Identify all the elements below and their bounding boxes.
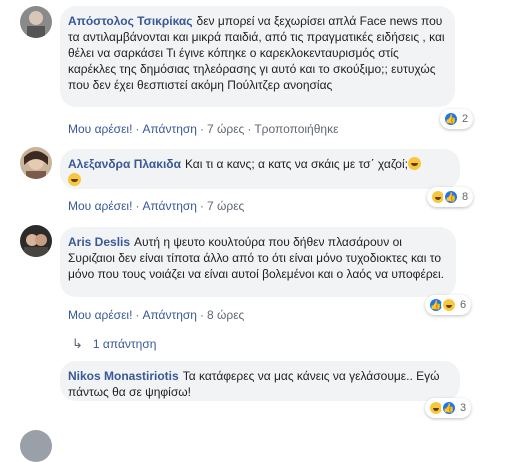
view-replies-link[interactable]: ↳ 1 απάντηση — [72, 336, 156, 352]
like-button[interactable]: Μου αρέσει! — [68, 308, 132, 322]
comment-bubble: Nikos Monastiriotis Τα κατάφερες να μας κ… — [60, 361, 460, 401]
laughing-emoji-icon — [407, 157, 421, 170]
reply-arrow-icon: ↳ — [72, 336, 83, 351]
reply-button[interactable]: Απάντηση — [142, 122, 197, 136]
avatar[interactable] — [20, 430, 52, 462]
comment-actions: Μου αρέσει! · Απάντηση · 8 ώρες — [68, 308, 244, 322]
reaction-count: 3 — [460, 402, 467, 414]
haha-icon — [441, 297, 457, 313]
comment-actions: Μου αρέσει! · Απάντηση · 7 ώρες · Τροποποιήθηκ… — [68, 122, 338, 136]
comment-author[interactable]: Aris Deslis — [68, 235, 130, 249]
comment-bubble: Aris Deslis Αυτή η ψευτο κουλτούρα που δή… — [60, 227, 456, 297]
separator: · — [199, 308, 204, 322]
reactions-badge[interactable]: 👍 6 — [425, 295, 472, 315]
like-button[interactable]: Μου αρέσει! — [68, 122, 132, 136]
replies-count[interactable]: 1 απάντηση — [93, 337, 157, 351]
separator: · — [199, 122, 204, 136]
comment-author[interactable]: Απόστολος Τσικρίκας — [68, 14, 193, 28]
avatar[interactable] — [20, 225, 52, 257]
reactions-badge[interactable]: 👍 3 — [425, 398, 472, 418]
edited-label[interactable]: Τροποποιήθηκε — [254, 122, 338, 136]
like-icon: 👍 — [443, 189, 459, 205]
reaction-count: 2 — [462, 113, 469, 125]
comment-bubble: Αλεξανδρα Πλακιδα Και τι α κανς; α κατς ν… — [60, 149, 460, 189]
reply-button[interactable]: Απάντηση — [142, 308, 197, 322]
like-icon: 👍 — [441, 400, 457, 416]
comment-time[interactable]: 7 ώρες — [207, 199, 244, 213]
comment-author[interactable]: Nikos Monastiriotis — [68, 369, 179, 383]
reply-button[interactable]: Απάντηση — [142, 199, 197, 213]
comment-author[interactable]: Αλεξανδρα Πλακιδα — [68, 157, 181, 171]
separator: · — [135, 308, 140, 322]
comment-actions: Μου αρέσει! · Απάντηση · 7 ώρες — [68, 199, 244, 213]
comment-text: Και τι α κανς; α κατς να σκάις με τσ΄ χα… — [184, 157, 408, 171]
avatar[interactable] — [20, 147, 52, 179]
separator: · — [247, 122, 252, 136]
reactions-badge[interactable]: 👍 2 — [440, 109, 474, 129]
laughing-emoji-icon — [68, 173, 81, 186]
comment-time[interactable]: 8 ώρες — [207, 308, 244, 322]
reaction-count: 8 — [462, 191, 469, 203]
separator: · — [135, 199, 140, 213]
separator: · — [135, 122, 140, 136]
reactions-badge[interactable]: 👍 8 — [427, 187, 474, 207]
reaction-count: 6 — [460, 299, 467, 311]
comment-bubble: Απόστολος Τσικρίκας δεν μπορεί να ξεχωρίσ… — [60, 6, 455, 107]
like-icon: 👍 — [443, 111, 459, 127]
comment-time[interactable]: 7 ώρες — [207, 122, 244, 136]
like-button[interactable]: Μου αρέσει! — [68, 199, 132, 213]
avatar[interactable] — [20, 6, 52, 38]
separator: · — [199, 199, 204, 213]
